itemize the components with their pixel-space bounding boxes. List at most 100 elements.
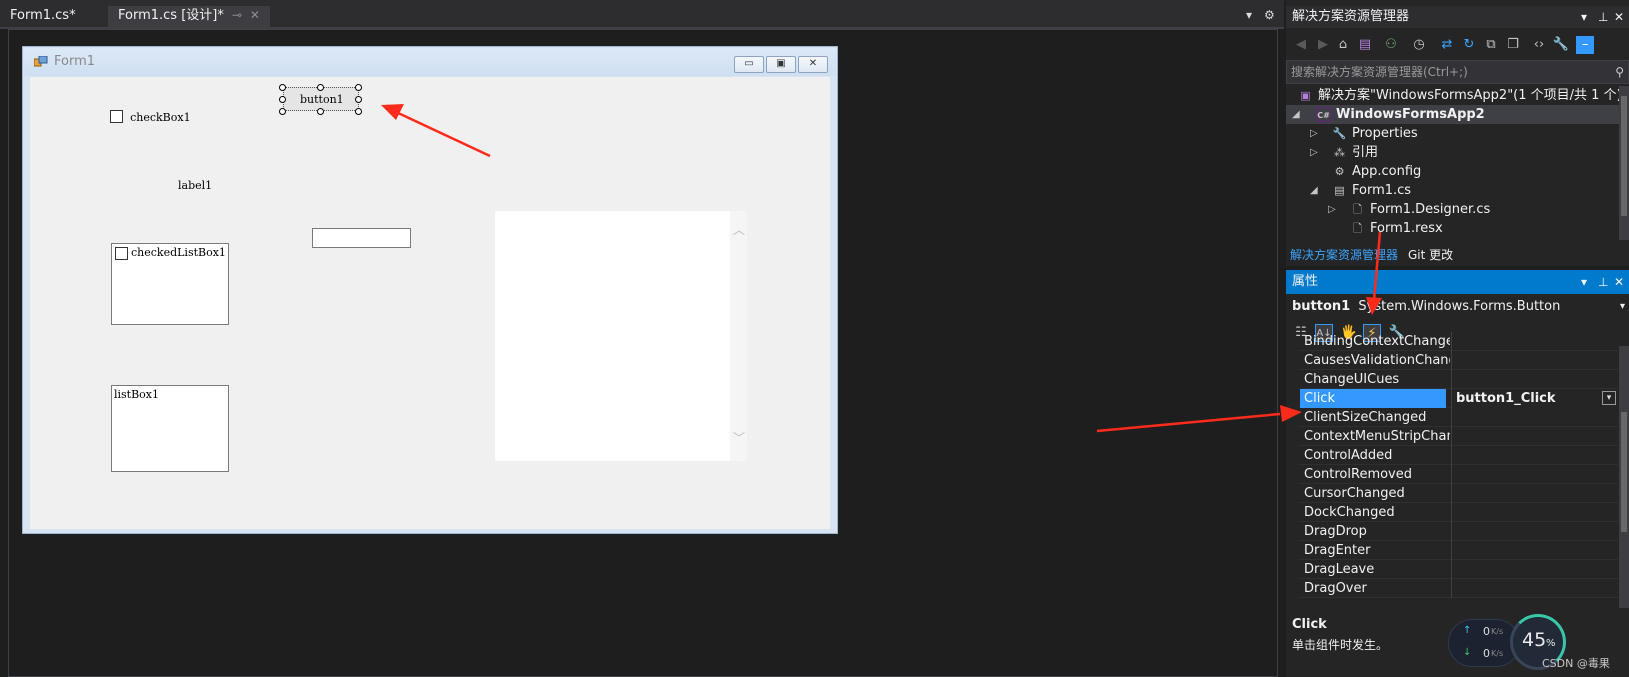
properties-wrench-icon[interactable]: 🔧 (1552, 36, 1570, 54)
history-icon[interactable]: ◷ (1410, 36, 1428, 54)
event-row[interactable]: ClientSizeChanged (1298, 408, 1618, 427)
chevron-down-icon[interactable]: ▾ (1620, 296, 1625, 318)
pending-changes-icon[interactable]: ⚇ (1382, 36, 1400, 54)
event-value[interactable] (1451, 408, 1618, 427)
tree-item-project[interactable]: ◢ C# WindowsFormsApp2 (1286, 105, 1619, 124)
rich-text-box[interactable]: ︿ ﹀ (495, 211, 747, 461)
close-icon[interactable]: ✕ (1614, 270, 1624, 294)
scroll-thumb[interactable] (1621, 96, 1627, 216)
tab-list-dropdown-icon[interactable]: ▾ (1246, 8, 1252, 22)
close-icon[interactable]: ✕ (798, 56, 828, 73)
sync-icon[interactable]: ⇄ (1438, 36, 1456, 54)
tree-item-form1-designer[interactable]: ▷ 🗋 Form1.Designer.cs (1286, 200, 1619, 219)
dropdown-icon[interactable]: ▾ (1581, 270, 1587, 294)
tree-item-references[interactable]: ▷ ⁂ 引用 (1286, 143, 1619, 162)
event-value[interactable] (1451, 332, 1618, 351)
gear-icon[interactable]: ⚙ (1264, 8, 1275, 22)
checked-list-box1[interactable]: checkedListBox1 (111, 243, 229, 325)
preview-selected-icon[interactable]: – (1576, 36, 1594, 54)
event-value[interactable] (1451, 446, 1618, 465)
event-value[interactable] (1451, 465, 1618, 484)
resize-handle[interactable] (317, 84, 324, 91)
object-selector[interactable]: button1 System.Windows.Forms.Button ▾ (1286, 296, 1629, 318)
search-icon[interactable]: ⚲ (1615, 61, 1624, 83)
close-icon[interactable]: ✕ (1614, 6, 1624, 28)
tree-item-solution[interactable]: ▣ 解决方案"WindowsFormsApp2"(1 个项目/共 1 个) (1286, 86, 1621, 105)
home-icon[interactable]: ⌂ (1334, 36, 1352, 54)
collapsed-icon[interactable]: ▷ (1328, 200, 1336, 219)
resize-handle[interactable] (317, 108, 324, 115)
forward-icon[interactable]: ▶ (1314, 36, 1332, 54)
collapse-all-icon[interactable]: ⧉ (1482, 36, 1500, 54)
collapsed-icon[interactable]: ▷ (1310, 124, 1318, 143)
resize-handle[interactable] (355, 96, 362, 103)
checkbox-box[interactable] (110, 110, 123, 123)
property-grid-scrollbar[interactable] (1619, 346, 1629, 608)
resize-handle[interactable] (279, 108, 286, 115)
collapsed-icon[interactable]: ▷ (1310, 143, 1318, 162)
event-row[interactable]: BindingContextChanged (1298, 332, 1618, 351)
event-value[interactable]: button1_Click ▾ (1451, 389, 1618, 408)
event-row[interactable]: DragOver (1298, 579, 1618, 598)
event-value[interactable] (1451, 503, 1618, 522)
scroll-down-icon[interactable]: ﹀ (733, 429, 745, 446)
tree-item-app-config[interactable]: ⚙ App.config (1286, 162, 1619, 181)
tab-git-changes[interactable]: Git 更改 (1408, 246, 1453, 264)
show-all-files-icon[interactable]: ❐ (1504, 36, 1522, 54)
scrollbar[interactable]: ︿ ﹀ (730, 211, 747, 461)
tree-item-properties[interactable]: ▷ 🔧 Properties (1286, 124, 1619, 143)
event-row[interactable]: DockChanged (1298, 503, 1618, 522)
pin-icon[interactable]: ⊸ (232, 8, 242, 22)
event-row[interactable]: ContextMenuStripChanged (1298, 427, 1618, 446)
event-row[interactable]: DragEnter (1298, 541, 1618, 560)
resize-handle[interactable] (279, 96, 286, 103)
event-row[interactable]: DragDrop (1298, 522, 1618, 541)
resize-handle[interactable] (279, 84, 286, 91)
chevron-down-icon[interactable]: ▾ (1602, 391, 1616, 405)
event-row[interactable]: ControlRemoved (1298, 465, 1618, 484)
tree-item-form1-resx[interactable]: 🗋 Form1.resx (1286, 219, 1619, 238)
checkbox1[interactable]: checkBox1 (110, 106, 191, 124)
switch-views-icon[interactable]: ▤ (1356, 36, 1374, 54)
event-value[interactable] (1451, 427, 1618, 446)
event-name: DockChanged (1304, 505, 1395, 520)
event-row[interactable]: CausesValidationChanged (1298, 351, 1618, 370)
event-value[interactable] (1451, 370, 1618, 389)
event-value[interactable] (1451, 579, 1618, 598)
event-row[interactable]: CursorChanged (1298, 484, 1618, 503)
event-value[interactable] (1451, 541, 1618, 560)
event-row[interactable]: ChangeUICues (1298, 370, 1618, 389)
minimize-icon[interactable]: ▭ (734, 56, 764, 73)
event-value[interactable] (1451, 484, 1618, 503)
scroll-up-icon[interactable]: ︿ (733, 221, 745, 238)
solution-search-input[interactable]: 搜索解决方案资源管理器(Ctrl+;) ⚲ (1286, 60, 1629, 84)
resize-handle[interactable] (355, 84, 362, 91)
back-icon[interactable]: ◀ (1292, 36, 1310, 54)
form-window[interactable]: Form1 ▭ ▣ ✕ checkBox1 button1 label1 che… (22, 46, 838, 534)
dropdown-icon[interactable]: ▾ (1581, 6, 1587, 28)
event-row-click[interactable]: Click button1_Click ▾ (1298, 389, 1618, 408)
expanded-icon[interactable]: ◢ (1310, 181, 1318, 200)
event-row[interactable]: ControlAdded (1298, 446, 1618, 465)
checked-list-item-checkbox[interactable] (115, 247, 128, 260)
event-value[interactable] (1451, 351, 1618, 370)
view-code-icon[interactable]: ‹› (1530, 36, 1548, 54)
event-value[interactable] (1451, 560, 1618, 579)
tab-solution-explorer[interactable]: 解决方案资源管理器 (1290, 246, 1398, 264)
close-icon[interactable]: ✕ (250, 8, 260, 22)
pin-icon[interactable]: ⊥ (1598, 6, 1608, 28)
tree-item-form1[interactable]: ◢ ▤ Form1.cs (1286, 181, 1619, 200)
refresh-icon[interactable]: ↻ (1460, 36, 1478, 54)
textbox1[interactable] (312, 228, 411, 248)
pin-icon[interactable]: ⊥ (1598, 270, 1608, 294)
tab-form1-code[interactable]: Form1.cs* (0, 6, 86, 29)
event-value[interactable] (1451, 522, 1618, 541)
event-row[interactable]: DragLeave (1298, 560, 1618, 579)
scroll-thumb[interactable] (1621, 412, 1627, 532)
tab-form1-designer[interactable]: Form1.cs [设计]* ⊸ ✕ (108, 6, 270, 29)
tree-scrollbar[interactable] (1619, 86, 1629, 240)
list-box1[interactable]: listBox1 (111, 385, 229, 472)
maximize-icon[interactable]: ▣ (766, 56, 796, 73)
expanded-icon[interactable]: ◢ (1292, 105, 1300, 124)
resize-handle[interactable] (355, 108, 362, 115)
